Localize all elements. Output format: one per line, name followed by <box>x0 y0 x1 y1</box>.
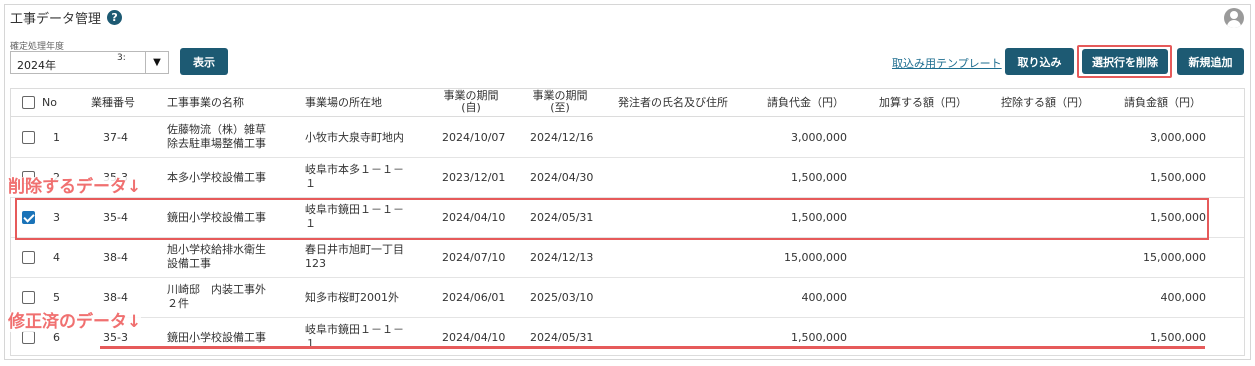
table-row[interactable]: 4 38-4 旭小学校給排水衛生 設備工事 春日井市旭町一丁目 123 2024/07/10… <box>11 238 1244 278</box>
row-total: 400,000 <box>1160 291 1207 304</box>
row-period-to: 2024/12/16 <box>530 131 594 144</box>
row-name-line2: 設備工事 <box>167 257 211 270</box>
row-checkbox[interactable] <box>22 131 35 144</box>
row-period-from: 2024/04/10 <box>442 331 506 344</box>
row-location: 春日井市旭町一丁目 123 <box>305 243 404 271</box>
fixed-row-underline <box>100 346 1205 349</box>
row-category: 35-3 <box>103 331 128 344</box>
row-no: 5 <box>53 291 60 304</box>
year-select-fragment: 3: <box>117 53 126 63</box>
row-location-line2: 123 <box>305 257 326 270</box>
template-link[interactable]: 取込み用テンプレート <box>892 55 1002 71</box>
header-add: 加算する額（円） <box>879 96 967 109</box>
row-total: 3,000,000 <box>1150 131 1206 144</box>
row-contract: 3,000,000 <box>791 131 847 144</box>
row-location: 知多市桜町2001外 <box>305 291 399 305</box>
header-name: 工事事業の名称 <box>167 96 244 109</box>
row-checkbox[interactable] <box>22 291 35 304</box>
row-name: 川崎邸 内装工事外 ２件 <box>167 283 266 311</box>
row-no: 1 <box>53 131 60 144</box>
row-name: 旭小学校給排水衛生 設備工事 <box>167 243 266 271</box>
table-row[interactable]: 5 38-4 川崎邸 内装工事外 ２件 知多市桜町2001外 2024/06/01 2025… <box>11 278 1244 318</box>
row-name: 鏡田小学校設備工事 <box>167 331 266 345</box>
row-location: 小牧市大泉寺町地内 <box>305 131 404 145</box>
year-select[interactable]: 2024年 3: ▼ <box>10 51 169 74</box>
year-value: 2024年 <box>17 59 56 72</box>
help-icon[interactable]: ? <box>107 10 123 25</box>
delete-row-highlight <box>15 198 1209 240</box>
row-name: 本多小学校設備工事 <box>167 171 266 185</box>
table-row[interactable]: 235-3本多小学校設備工事岐阜市本多１－１－１2023/12/012024/0… <box>11 158 1244 198</box>
row-period-to: 2024/04/30 <box>530 171 594 184</box>
row-checkbox[interactable] <box>22 331 35 344</box>
delete-selected-button[interactable]: 選択行を削除 <box>1082 49 1168 74</box>
row-period-from: 2023/12/01 <box>442 171 506 184</box>
row-no: 4 <box>53 251 60 264</box>
row-total: 1,500,000 <box>1150 331 1206 344</box>
header-period-from-line2: (自) <box>461 101 481 114</box>
header-period-to: 事業の期間 (至) <box>520 90 600 114</box>
row-contract: 1,500,000 <box>791 171 847 184</box>
fixed-note-annotation: 修正済のデータ↓ <box>8 312 142 332</box>
row-name: 佐藤物流（株）雑草 除去駐車場整備工事 <box>167 123 266 151</box>
header-contract: 請負代金（円） <box>767 96 844 109</box>
row-period-from: 2024/07/10 <box>442 251 506 264</box>
header-total: 請負金額（円） <box>1124 96 1201 109</box>
row-contract: 15,000,000 <box>784 251 847 264</box>
table-row[interactable]: 6 35-3 鏡田小学校設備工事 岐阜市鏡田１－１－ １ 2024/04/10 2024/0… <box>11 318 1244 355</box>
header-deduct: 控除する額（円） <box>1001 96 1089 109</box>
row-period-to: 2024/05/31 <box>530 331 594 344</box>
row-location-line1: 岐阜市鏡田１－１－ <box>305 323 404 336</box>
row-total: 1,500,000 <box>1150 171 1206 184</box>
delete-note-annotation: 削除するデータ↓ <box>8 177 142 197</box>
row-checkbox[interactable] <box>22 251 35 264</box>
row-location-line1: 岐阜市本多１－１－ <box>305 163 404 176</box>
select-all-checkbox[interactable] <box>22 96 35 109</box>
row-category: 38-4 <box>103 291 128 304</box>
row-name-line1: 鏡田小学校設備工事 <box>167 331 266 344</box>
table-header-row: No 業種番号 工事事業の名称 事業場の所在地 事業の期間 (自) 事業の期間 … <box>11 89 1244 117</box>
import-button[interactable]: 取り込み <box>1005 48 1074 75</box>
page-title-area: 工事データ管理 ? <box>10 8 123 27</box>
row-location-line1: 小牧市大泉寺町地内 <box>305 131 404 144</box>
row-location-line2: １ <box>305 177 316 190</box>
row-name-line2: 除去駐車場整備工事 <box>167 137 266 150</box>
user-avatar-icon[interactable] <box>1224 8 1244 28</box>
row-name-line1: 本多小学校設備工事 <box>167 171 266 184</box>
row-no: 6 <box>53 331 60 344</box>
row-contract: 400,000 <box>801 291 848 304</box>
header-client: 発注者の氏名及び住所 <box>618 96 728 109</box>
header-category: 業種番号 <box>91 96 135 109</box>
page-title: 工事データ管理 <box>10 12 102 27</box>
table-row[interactable]: 1 37-4 佐藤物流（株）雑草 除去駐車場整備工事 小牧市大泉寺町地内 2024/10/… <box>11 118 1244 158</box>
add-new-button[interactable]: 新規追加 <box>1177 48 1244 75</box>
row-name-line2: ２件 <box>167 297 189 310</box>
row-name-line1: 佐藤物流（株）雑草 <box>167 123 266 136</box>
row-name-line1: 川崎邸 内装工事外 <box>167 283 266 296</box>
dropdown-caret-icon[interactable]: ▼ <box>145 52 168 73</box>
row-location-line1: 知多市桜町2001外 <box>305 291 399 304</box>
row-period-to: 2025/03/10 <box>530 291 594 304</box>
header-location: 事業場の所在地 <box>305 96 382 109</box>
show-button[interactable]: 表示 <box>180 48 228 75</box>
row-period-from: 2024/06/01 <box>442 291 506 304</box>
row-period-to: 2024/12/13 <box>530 251 594 264</box>
row-period-from: 2024/10/07 <box>442 131 506 144</box>
header-period-from: 事業の期間 (自) <box>431 90 511 114</box>
row-contract: 1,500,000 <box>791 331 847 344</box>
header-period-to-line2: (至) <box>550 101 570 114</box>
row-total: 15,000,000 <box>1143 251 1206 264</box>
row-name-line1: 旭小学校給排水衛生 <box>167 243 266 256</box>
header-no: No <box>42 96 57 109</box>
row-location: 岐阜市本多１－１－ １ <box>305 163 404 191</box>
row-category: 37-4 <box>103 131 128 144</box>
row-location-line1: 春日井市旭町一丁目 <box>305 243 404 256</box>
row-category: 38-4 <box>103 251 128 264</box>
